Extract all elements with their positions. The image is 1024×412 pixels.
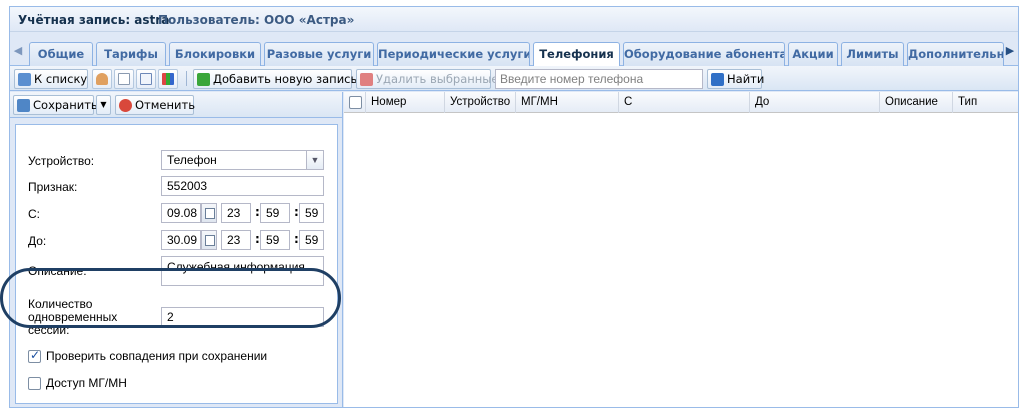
column-type[interactable]: Тип <box>953 92 1018 113</box>
record-form: Устройство: Телефон ▼ Признак: 552003 С:… <box>15 124 338 404</box>
chevron-down-icon[interactable]: ▼ <box>306 151 323 169</box>
phone-search-field[interactable] <box>495 69 703 89</box>
tab-bar: ◀ Общие Тарифы Блокировки Разовые услуги… <box>10 33 1018 67</box>
tab-blocks[interactable]: Блокировки <box>169 42 261 66</box>
chart-icon-button[interactable] <box>158 69 178 89</box>
tab-scroll-left-icon[interactable]: ◀ <box>11 42 25 60</box>
from-hour-field[interactable]: 23 <box>221 203 251 223</box>
minus-icon <box>360 73 373 86</box>
from-date-field[interactable]: 09.08 <box>161 203 201 223</box>
document-icon <box>118 73 130 85</box>
select-all-checkbox[interactable] <box>349 96 362 109</box>
grid-header: Номер Устройство МГ/МН С До Описание Тип <box>344 92 1018 113</box>
tab-general[interactable]: Общие <box>29 42 93 66</box>
cancel-icon <box>119 99 132 112</box>
graph-icon-button[interactable] <box>136 69 156 89</box>
tab-scroll-right-icon[interactable]: ▶ <box>1003 42 1017 60</box>
document-icon-button[interactable] <box>114 69 134 89</box>
to-hour-field[interactable]: 23 <box>221 230 251 250</box>
to-label: До: <box>28 234 47 248</box>
main-toolbar: К списку Добавить новую запись Удалить в… <box>10 66 1018 91</box>
to-minute-field[interactable]: 59 <box>260 230 290 250</box>
tab-telephony[interactable]: Телефония <box>533 42 620 67</box>
user-icon <box>96 73 108 85</box>
to-second-field[interactable]: 59 <box>299 230 324 250</box>
save-icon <box>17 99 30 112</box>
access-intercity-checkbox[interactable] <box>28 377 41 390</box>
to-date-field[interactable]: 30.09 <box>161 230 201 250</box>
sign-label: Признак: <box>28 180 78 194</box>
column-description[interactable]: Описание <box>880 92 953 113</box>
tab-limits[interactable]: Лимиты <box>841 42 904 66</box>
toolbar-separator <box>186 71 187 86</box>
cancel-button[interactable]: Отменить <box>115 95 195 115</box>
tab-periodic-services[interactable]: Периодические услуги <box>377 42 530 66</box>
save-menu-arrow[interactable]: ▼ <box>96 95 111 115</box>
account-title: Учётная запись: astra <box>18 13 170 27</box>
account-window: Учётная запись: astra Пользователь: ООО … <box>9 6 1019 408</box>
tab-promotions[interactable]: Акции <box>788 42 838 66</box>
back-to-list-button[interactable]: К списку <box>14 69 88 89</box>
from-second-field[interactable]: 59 <box>299 203 324 223</box>
phone-search-input[interactable] <box>496 70 702 88</box>
form-toolbar: Сохранить ▼ Отменить <box>10 92 342 118</box>
user-icon-button[interactable] <box>92 69 112 89</box>
user-title: Пользователь: ООО «Астра» <box>158 13 355 27</box>
find-button[interactable]: Найти <box>707 69 764 89</box>
tab-one-time-services[interactable]: Разовые услуги <box>264 42 374 66</box>
from-calendar-icon[interactable] <box>201 203 217 223</box>
to-calendar-icon[interactable] <box>201 230 217 250</box>
save-button[interactable]: Сохранить <box>13 95 98 115</box>
column-intercity[interactable]: МГ/МН <box>516 92 619 113</box>
column-number[interactable]: Номер <box>366 92 445 113</box>
plus-icon <box>197 73 210 86</box>
column-device[interactable]: Устройство <box>445 92 516 113</box>
back-list-icon <box>18 73 31 86</box>
tab-additional[interactable]: Дополнительн <box>907 42 1004 66</box>
check-duplicates-checkbox[interactable] <box>28 348 41 363</box>
access-intercity-label: Доступ МГ/МН <box>46 376 127 390</box>
phones-grid: Номер Устройство МГ/МН С До Описание Тип <box>344 92 1018 407</box>
window-titlebar: Учётная запись: astra Пользователь: ООО … <box>10 7 1018 32</box>
select-all-cell <box>344 92 366 113</box>
bar-chart-icon <box>162 73 174 85</box>
column-to[interactable]: До <box>750 92 880 113</box>
device-select[interactable]: Телефон ▼ <box>161 150 324 170</box>
search-icon <box>711 73 724 86</box>
sign-field[interactable]: 552003 <box>161 176 324 196</box>
device-label: Устройство: <box>28 154 95 168</box>
check-duplicates-label: Проверить совпадения при сохранении <box>46 349 268 363</box>
from-label: С: <box>28 207 40 221</box>
column-from[interactable]: С <box>619 92 750 113</box>
tab-subscriber-equipment[interactable]: Оборудование абонента <box>623 42 785 66</box>
from-minute-field[interactable]: 59 <box>260 203 290 223</box>
graph-icon <box>140 73 152 85</box>
add-record-button[interactable]: Добавить новую запись <box>193 69 357 89</box>
delete-selected-button[interactable]: Удалить выбранные <box>356 69 498 89</box>
record-edit-panel: Сохранить ▼ Отменить Устройство: Телефон… <box>10 92 343 407</box>
tab-tariffs[interactable]: Тарифы <box>96 42 166 66</box>
sessions-highlight-ring <box>0 268 341 328</box>
device-value: Телефон <box>167 153 217 167</box>
